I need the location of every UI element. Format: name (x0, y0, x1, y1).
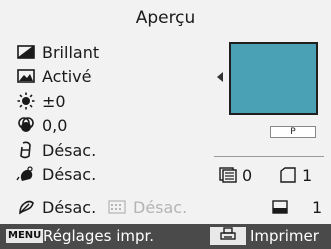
face-icon (16, 140, 36, 160)
image-count: 0 (218, 165, 252, 185)
bottom-bar: MENU Réglages impr. Imprimer (0, 224, 331, 249)
setting-paper-type[interactable]: Brillant (16, 41, 99, 63)
print-settings-label[interactable]: Réglages impr. (43, 227, 154, 245)
color-adjust-icon (16, 115, 36, 135)
setting-image-optimize[interactable]: Activé (16, 65, 92, 87)
image-count-value: 0 (242, 165, 253, 185)
date-icon (107, 197, 127, 217)
face-brightener-value: Désac. (42, 140, 97, 160)
print-label[interactable]: Imprimer (250, 227, 319, 245)
copies-icon (278, 165, 298, 185)
image-optimize-value: Activé (42, 66, 92, 86)
date-print-value: Désac. (133, 197, 188, 217)
printer-icon (220, 227, 236, 245)
print-button[interactable] (210, 227, 246, 245)
setting-noise-reduction[interactable]: Désac. (16, 196, 96, 218)
paper-type-icon (16, 42, 36, 62)
preview-left-arrow-icon[interactable] (217, 72, 223, 82)
noise-reduction-icon (16, 197, 36, 217)
divider (214, 156, 324, 157)
noise-reduction-value: Désac. (42, 197, 97, 217)
copies-value: 1 (302, 165, 313, 185)
layout-icon (270, 197, 290, 217)
image-optimize-icon (16, 66, 36, 86)
paper-type-value: Brillant (42, 42, 100, 62)
red-eye-value: Désac. (42, 164, 97, 184)
print-preview-image (229, 42, 318, 115)
setting-color-adjust[interactable]: 0,0 (16, 114, 67, 136)
setting-brightness[interactable]: ±0 (16, 90, 66, 112)
layout-value: 1 (312, 197, 323, 217)
brightness-icon (16, 91, 36, 111)
setting-date-print[interactable]: Désac. (107, 196, 187, 218)
red-eye-icon (16, 164, 36, 184)
page-title: Aperçu (135, 8, 196, 28)
layout-count: 1 (270, 197, 322, 217)
image-stack-icon (218, 165, 238, 185)
paper-indicator: P (270, 126, 316, 138)
setting-face-brightener[interactable]: Désac. (16, 139, 96, 161)
brightness-value: ±0 (42, 91, 66, 111)
setting-red-eye[interactable]: Désac. (16, 163, 96, 185)
copies-count: 1 (278, 165, 312, 185)
menu-button[interactable]: MENU (6, 229, 44, 243)
color-adjust-value: 0,0 (42, 115, 68, 135)
